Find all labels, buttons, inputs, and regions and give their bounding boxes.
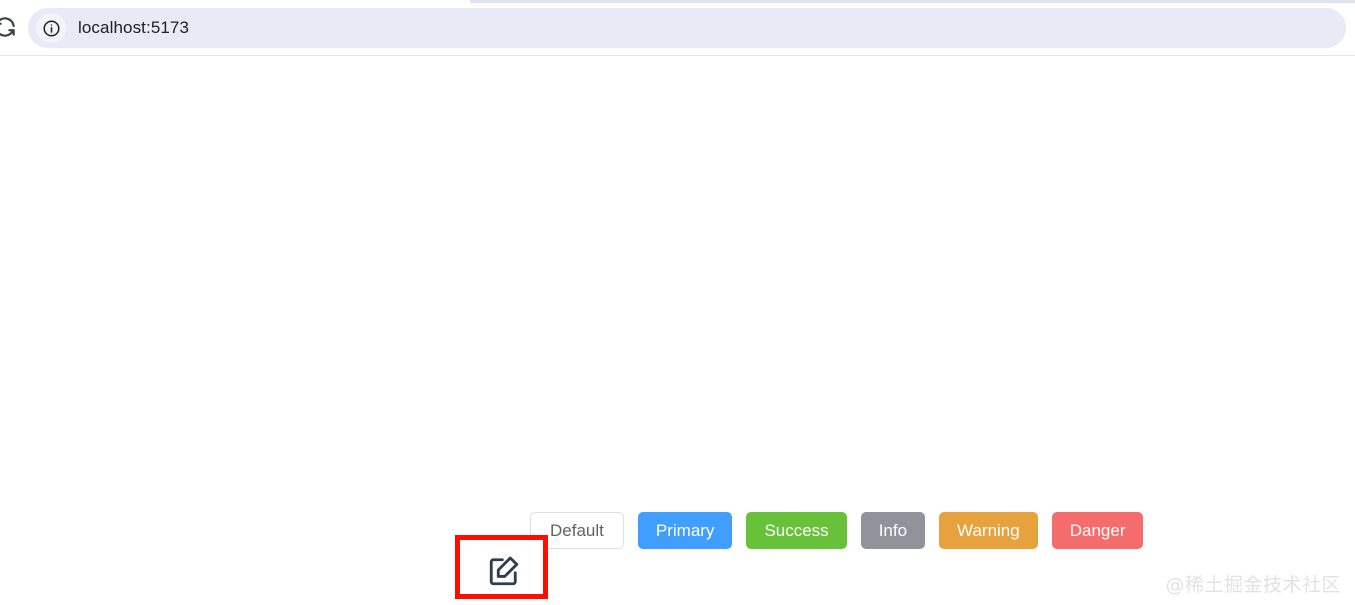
button-group: Default Primary Success Info Warning Dan… <box>530 512 1144 549</box>
address-bar-url: localhost:5173 <box>78 18 190 37</box>
tab-strip-edge <box>470 0 1355 3</box>
button-info[interactable]: Info <box>860 512 926 549</box>
reload-icon[interactable] <box>0 14 18 40</box>
button-success[interactable]: Success <box>746 512 847 549</box>
button-danger[interactable]: Danger <box>1051 512 1144 549</box>
edit-pencil-square-icon[interactable] <box>486 553 522 589</box>
info-circle-icon[interactable] <box>36 13 66 43</box>
button-warning[interactable]: Warning <box>939 512 1038 549</box>
tab-strip-edge-left <box>0 0 470 2</box>
button-primary[interactable]: Primary <box>637 512 733 549</box>
address-bar[interactable]: localhost:5173 <box>28 8 1346 48</box>
watermark: @稀土掘金技术社区 <box>1165 574 1341 596</box>
page-content: Default Primary Success Info Warning Dan… <box>0 56 1355 605</box>
highlight-annotation-box <box>455 535 548 599</box>
browser-chrome: localhost:5173 <box>0 0 1355 56</box>
